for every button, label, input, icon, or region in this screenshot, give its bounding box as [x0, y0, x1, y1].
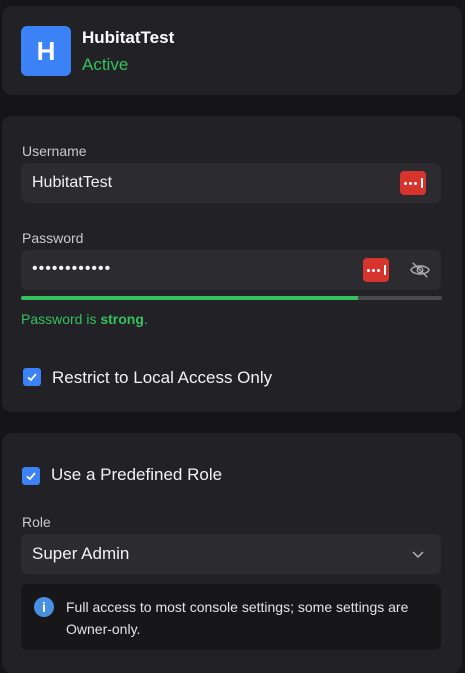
eye-slash-icon[interactable] — [409, 260, 431, 280]
password-strength-word: strong — [100, 311, 144, 327]
avatar: H — [21, 26, 71, 76]
predefined-role-label[interactable]: Use a Predefined Role — [51, 465, 222, 485]
password-field[interactable]: •••••••••••• — [21, 250, 441, 290]
role-info-text: Full access to most console settings; so… — [66, 599, 409, 637]
chevron-down-icon — [412, 551, 424, 559]
password-strength-text: Password is strong. — [21, 311, 148, 327]
role-card: Use a Predefined Role Role Super Admin i… — [2, 433, 462, 673]
username-label: Username — [22, 143, 87, 159]
role-select-value: Super Admin — [32, 544, 130, 563]
role-label: Role — [22, 514, 51, 530]
role-select[interactable]: Super Admin — [21, 534, 441, 574]
check-icon — [26, 472, 36, 481]
password-manager-icon[interactable] — [400, 171, 426, 195]
password-strength-meter — [21, 296, 442, 300]
user-name: HubitatTest — [82, 28, 175, 47]
credentials-card: Username HubitatTest Password ••••••••••… — [2, 116, 462, 412]
username-value: HubitatTest — [32, 174, 113, 191]
role-info-box: i Full access to most console settings; … — [21, 584, 441, 650]
user-summary-card: H HubitatTest Active — [2, 6, 462, 95]
password-value: •••••••••••• — [32, 260, 112, 277]
info-icon: i — [34, 597, 54, 617]
predefined-role-checkbox[interactable] — [22, 467, 40, 485]
password-strength-fill — [21, 296, 358, 300]
password-label: Password — [22, 230, 84, 246]
restrict-local-checkbox[interactable] — [23, 368, 41, 386]
restrict-local-label[interactable]: Restrict to Local Access Only — [52, 368, 272, 388]
check-icon — [27, 373, 37, 382]
password-manager-icon[interactable] — [363, 258, 389, 282]
username-field[interactable]: HubitatTest — [21, 163, 441, 203]
status-text: Active — [82, 55, 129, 74]
